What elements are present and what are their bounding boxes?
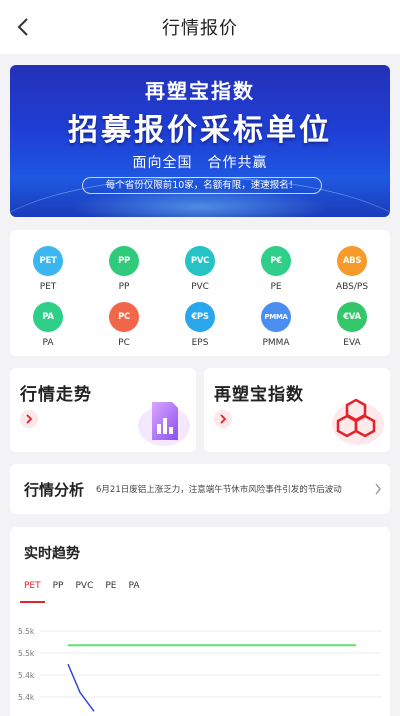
category-pp[interactable]: PP PP — [92, 246, 156, 302]
category-pvc[interactable]: PVC PVC — [168, 246, 232, 302]
trend-tabs: PET PP PVC PE PA — [18, 579, 146, 603]
pmma-icon: PMMA — [261, 302, 291, 332]
pvc-icon: PVC — [185, 246, 215, 276]
trend-title: 实时趋势 — [24, 546, 80, 562]
pa-icon: PA — [33, 302, 63, 332]
category-label: PP — [118, 282, 130, 292]
y-tick-label: 5.5k — [18, 627, 35, 636]
tab-pet[interactable]: PET — [18, 579, 47, 603]
category-eps[interactable]: €PS EPS — [168, 302, 232, 358]
y-tick-label: 5.4k — [18, 671, 35, 680]
index-card[interactable]: 再塑宝指数 — [204, 368, 390, 452]
y-tick-label: 5.5k — [18, 649, 35, 658]
market-trend-card[interactable]: 行情走势 — [10, 368, 196, 452]
pc-icon: PC — [109, 302, 139, 332]
market-analysis-row[interactable]: 行情分析 6月21日废铝上涨乏力，注意端午节休市风险事件引发的节后波动 — [10, 464, 390, 514]
arrow-right-icon — [20, 410, 38, 428]
hexagon-cells-icon — [332, 398, 384, 445]
category-label: PC — [118, 338, 130, 348]
page-title: 行情报价 — [162, 18, 238, 39]
banner-headline: 招募报价采标单位 — [68, 113, 332, 148]
category-label: ABS/PS — [335, 282, 369, 292]
category-pc[interactable]: PC PC — [92, 302, 156, 358]
y-tick-label: 5.4k — [18, 693, 35, 702]
back-button[interactable] — [8, 12, 38, 42]
tab-pa[interactable]: PA — [122, 579, 145, 593]
category-pet[interactable]: PET PET — [16, 246, 80, 302]
chevron-right-icon — [366, 483, 390, 495]
category-pe[interactable]: P€ PE — [244, 246, 308, 302]
analysis-title: 行情分析 — [24, 480, 85, 499]
category-label: PE — [270, 282, 282, 292]
trend-line-chart: 5.5k 5.5k 5.4k 5.4k — [18, 627, 382, 712]
category-label: PET — [39, 282, 57, 292]
chart-document-icon — [138, 402, 190, 446]
pe-icon: P€ — [261, 246, 291, 276]
banner-note: 每个省份仅限前10家，名额有限，速速报名！ — [82, 177, 322, 194]
category-label: PA — [42, 338, 54, 348]
category-label: PMMA — [262, 338, 290, 348]
index-title: 再塑宝指数 — [214, 385, 304, 405]
analysis-headline: 6月21日废铝上涨乏力，注意端午节休市风险事件引发的节后波动 — [96, 485, 342, 495]
category-eva[interactable]: €VA EVA — [320, 302, 384, 358]
top-bar: 行情报价 — [0, 0, 400, 54]
realtime-trend-panel: 实时趋势 PET PP PVC PE PA 5.5k 5.5k 5.4k 5.4k — [10, 527, 390, 716]
market-trend-title: 行情走势 — [20, 385, 92, 405]
category-label: EPS — [191, 338, 209, 348]
category-grid: PET PET PP PP PVC PVC P€ PE ABS ABS/PS P… — [10, 230, 390, 356]
pp-icon: PP — [109, 246, 139, 276]
pet-icon: PET — [33, 246, 63, 276]
chevron-left-icon — [17, 18, 28, 36]
category-label: EVA — [343, 338, 361, 348]
category-pmma[interactable]: PMMA PMMA — [244, 302, 308, 358]
banner-title: 再塑宝指数 — [145, 79, 255, 103]
category-abs-ps[interactable]: ABS ABS/PS — [320, 246, 384, 302]
category-label: PVC — [191, 282, 209, 292]
tab-pe[interactable]: PE — [99, 579, 122, 593]
eva-icon: €VA — [337, 302, 367, 332]
eps-icon: €PS — [185, 302, 215, 332]
arrow-right-icon — [214, 410, 232, 428]
category-pa[interactable]: PA PA — [16, 302, 80, 358]
banner-subtitle: 面向全国 合作共赢 — [132, 155, 268, 171]
tab-pvc[interactable]: PVC — [69, 579, 99, 593]
promo-banner[interactable]: 再塑宝指数 招募报价采标单位 面向全国 合作共赢 每个省份仅限前10家，名额有限… — [10, 65, 390, 217]
abs-icon: ABS — [337, 246, 367, 276]
tab-pp[interactable]: PP — [47, 579, 70, 593]
series-line-declining — [67, 663, 95, 712]
